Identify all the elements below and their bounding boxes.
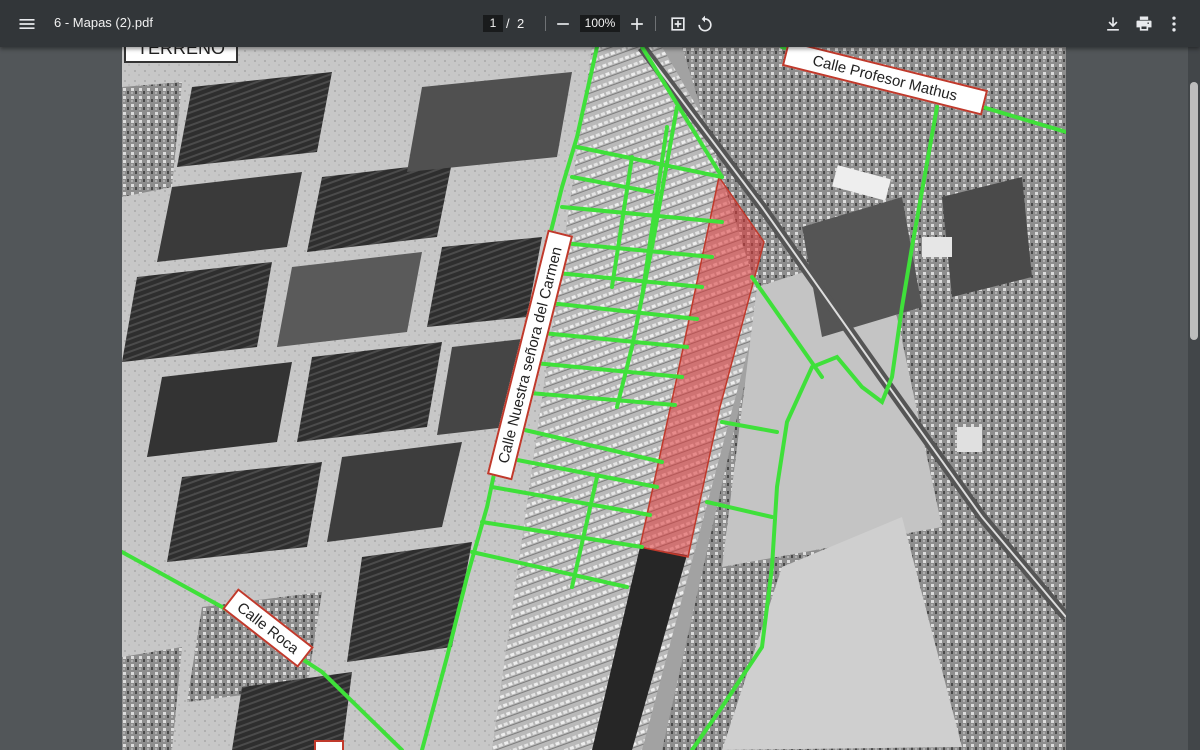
map-field-block [122,647,182,750]
toolbar-divider [655,16,656,31]
toolbar-divider [545,16,546,31]
terreno-label: TERRENO [124,47,238,63]
map-field-block [147,362,292,457]
print-button[interactable] [1128,8,1160,40]
pdf-page: TERRENO Calle Profesor Mathus Calle Nues… [122,47,1066,750]
zoom-out-button[interactable] [547,8,579,40]
page-number-input[interactable]: 1 [483,15,503,32]
page-total: 2 [517,16,525,31]
menu-button[interactable] [11,8,43,40]
more-vert-icon [1172,16,1176,32]
rotate-button[interactable] [689,8,721,40]
download-icon [1107,17,1119,31]
map-field-block [177,72,332,167]
aerial-map [122,47,1066,750]
menu-icon [19,19,35,29]
map-field-block [277,252,422,347]
map-field-block [167,462,322,562]
map-building [957,427,982,452]
map-field-block [427,237,542,327]
print-icon [1136,16,1152,31]
map-field-block [327,442,462,542]
rotate-icon [698,15,712,32]
scrollbar-thumb[interactable] [1190,82,1198,340]
fit-page-icon [671,17,685,31]
map-label-partial [314,740,344,750]
plus-icon [631,18,643,30]
more-options-button[interactable] [1158,8,1190,40]
zoom-level-input[interactable]: 100% [580,15,620,32]
zoom-in-button[interactable] [621,8,653,40]
download-button[interactable] [1097,8,1129,40]
document-title: 6 - Mapas (2).pdf [54,15,153,30]
map-field-block [122,262,272,362]
page-separator: / [506,16,510,31]
map-building [922,237,952,257]
pdf-toolbar: 6 - Mapas (2).pdf 1 / 2 100% [0,0,1200,47]
map-field-block [297,342,442,442]
map-field-block [407,72,572,172]
map-dark-fields [942,177,1032,297]
minus-icon [557,23,569,25]
